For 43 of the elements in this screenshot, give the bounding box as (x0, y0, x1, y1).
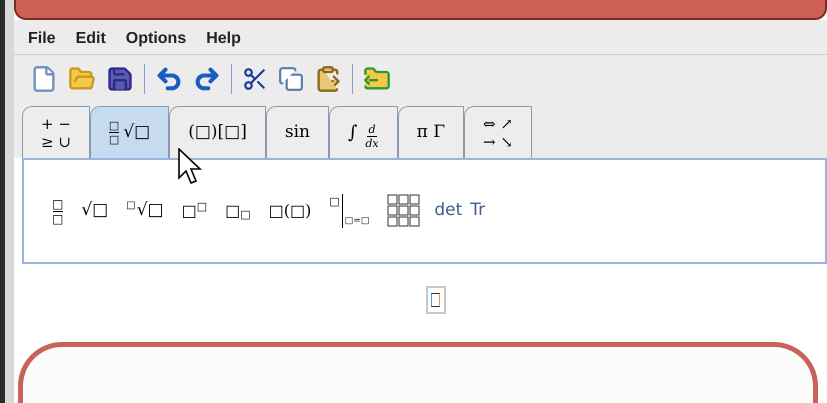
tab-symbols: + − (41, 114, 71, 132)
menu-item[interactable]: File (28, 27, 56, 51)
matrix-icon[interactable] (387, 194, 422, 228)
operator-template[interactable]: det (434, 198, 462, 224)
tab-symbols: → ↘ (483, 132, 513, 150)
undo-icon[interactable] (155, 64, 183, 92)
evaluation-script[interactable]: □ (329, 194, 340, 210)
menu-item[interactable]: Edit (76, 27, 106, 51)
tab-symbols: sin (284, 120, 310, 144)
root-symbol: √□ (123, 120, 150, 144)
denominator: dx (365, 138, 379, 149)
function-template[interactable]: □(□) (268, 199, 312, 223)
menu-item[interactable]: Options (126, 27, 186, 51)
square-root-template[interactable]: √□ (81, 198, 108, 224)
numerator: □ (108, 120, 120, 131)
tab-symbols: (□)[□] (188, 120, 247, 144)
tab-symbols: ≥ ∪ (41, 132, 71, 150)
menu-item[interactable]: Help (206, 27, 241, 51)
formula-box[interactable] (426, 286, 446, 314)
redo-icon[interactable] (193, 64, 221, 92)
numerator: □ (52, 198, 64, 210)
base-template[interactable]: □ (225, 199, 240, 223)
subscript-template[interactable]: □ (240, 206, 251, 223)
folder-arrow-icon[interactable] (363, 64, 391, 92)
tab-symbols: π Γ (416, 120, 446, 144)
symbol-tab[interactable]: + − ≥ ∪ (22, 106, 90, 158)
denominator: □ (108, 134, 120, 145)
base-template[interactable]: □ (182, 199, 197, 223)
superscript-template[interactable]: □ (196, 199, 208, 216)
evaluation-bounds[interactable]: □=□ (344, 214, 370, 228)
symbol-tab[interactable]: (□)[□] (169, 106, 266, 158)
operator-template[interactable]: Tr (470, 198, 486, 224)
symbol-tab[interactable]: sin (266, 106, 329, 158)
integral-symbol: ∫ (348, 121, 358, 145)
copy-icon[interactable] (278, 66, 304, 92)
symbol-tab[interactable]: π Γ (398, 106, 464, 158)
nth-root-template[interactable]: √□ (136, 198, 164, 224)
scissors-icon[interactable] (242, 66, 268, 92)
denominator: □ (52, 212, 64, 224)
root-index[interactable]: □ (126, 198, 136, 214)
numerator: d (368, 124, 376, 135)
tab-symbols: ⇔ ↗ (483, 114, 513, 132)
symbol-tab[interactable]: ⇔ ↗ → ↘ (464, 106, 532, 158)
